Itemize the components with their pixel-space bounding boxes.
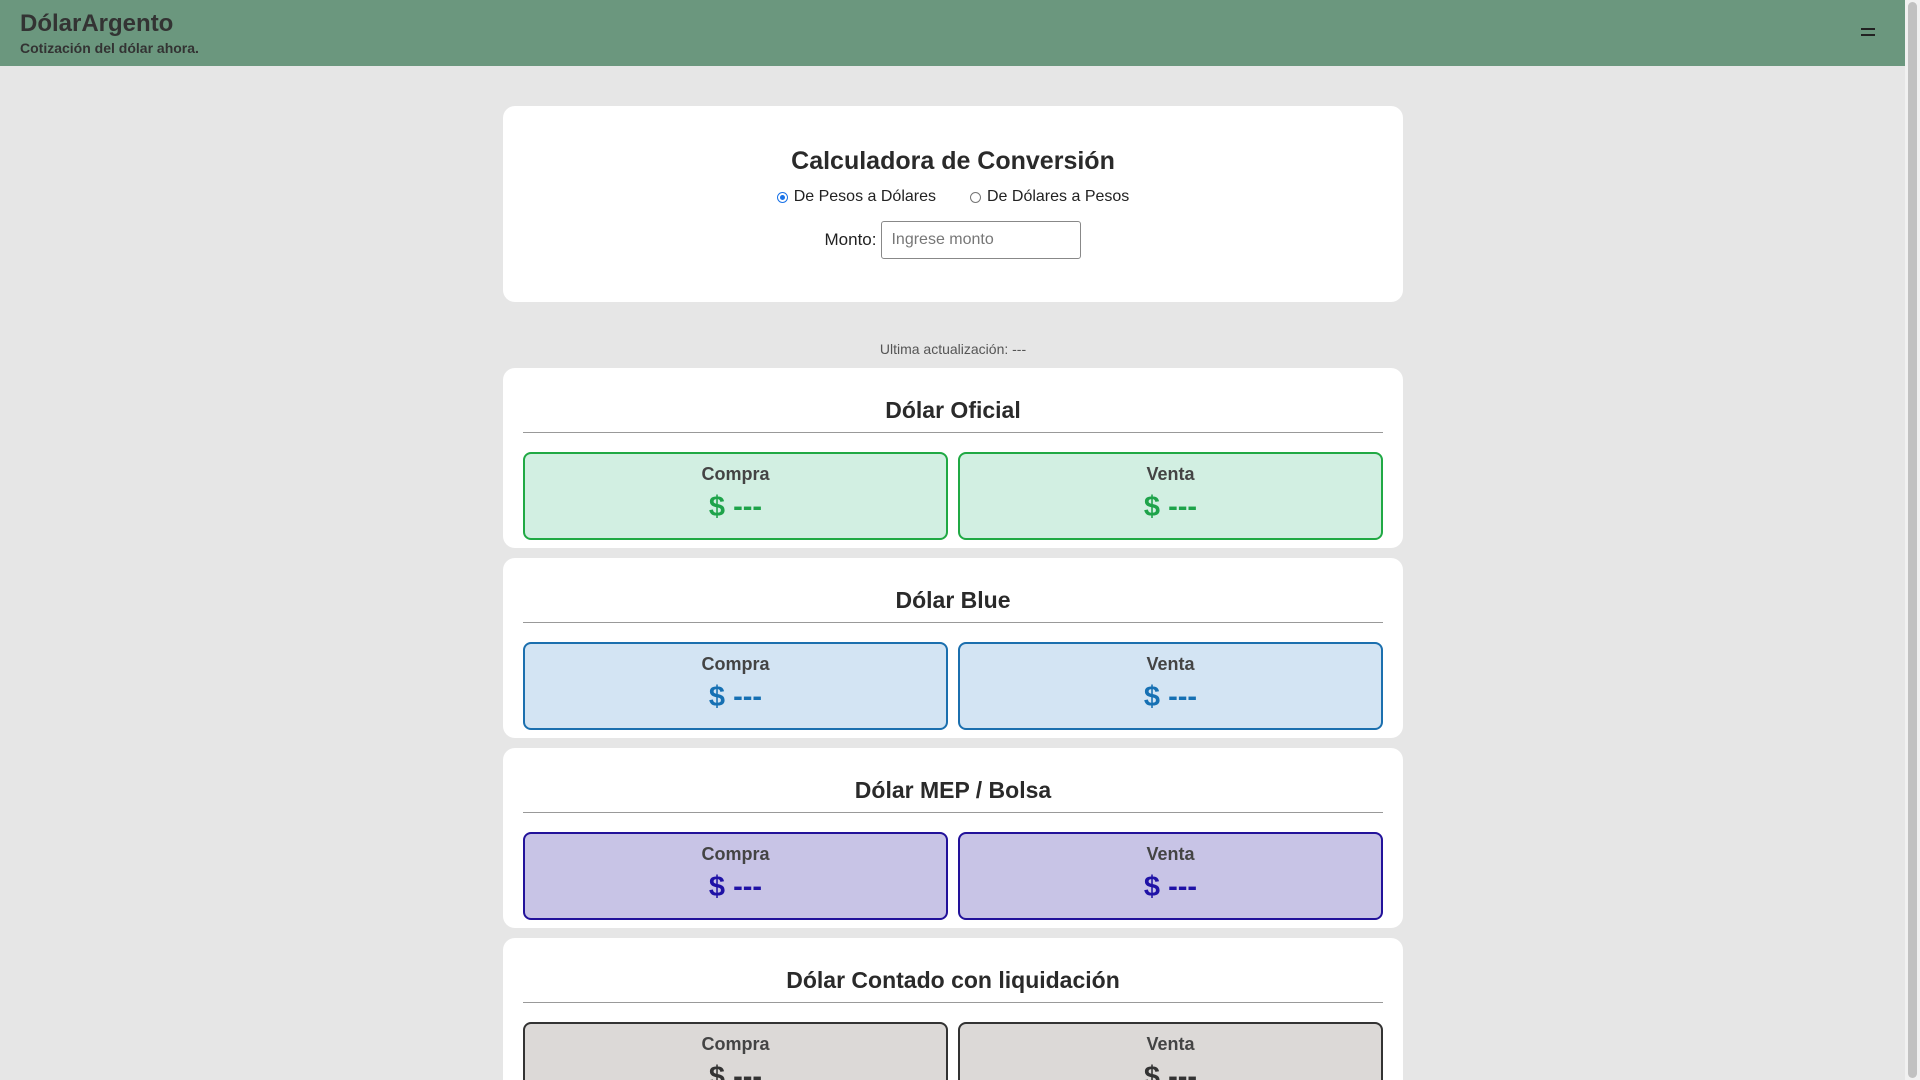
page: DólarArgento Cotización del dólar ahora.…: [0, 0, 1905, 1080]
buy-box: Compra $ ---: [523, 1022, 948, 1080]
option-dollars-to-pesos[interactable]: De Dólares a Pesos: [970, 188, 1129, 206]
app-subtitle: Cotización del dólar ahora.: [20, 40, 199, 56]
buy-label: Compra: [701, 464, 770, 484]
sell-label: Venta: [1146, 464, 1195, 484]
buy-label: Compra: [701, 654, 770, 674]
sell-label: Venta: [1146, 844, 1195, 864]
sell-label: Venta: [1146, 1034, 1195, 1054]
conversion-calculator: Calculadora de Conversión De Pesos a Dól…: [503, 106, 1403, 302]
sell-box: Venta $ ---: [958, 642, 1383, 730]
sell-value: $ ---: [1143, 871, 1198, 903]
amount-row: Monto:: [503, 221, 1403, 259]
app-title: DólarArgento: [20, 10, 174, 37]
rate-title-ccl: Dólar Contado con liquidación: [523, 938, 1383, 1003]
rate-card-mep: Dólar MEP / Bolsa Compra $ --- Venta $ -…: [503, 748, 1403, 928]
option-pesos-to-dollars-label: De Pesos a Dólares: [793, 188, 936, 205]
rate-boxes: Compra $ --- Venta $ ---: [523, 832, 1383, 920]
rate-card-ccl: Dólar Contado con liquidación Compra $ -…: [503, 938, 1403, 1080]
rate-boxes: Compra $ --- Venta $ ---: [523, 1022, 1383, 1080]
conversion-direction: De Pesos a Dólares De Dólares a Pesos: [503, 188, 1403, 206]
buy-value: $ ---: [708, 681, 763, 713]
vertical-scrollbar[interactable]: [1905, 0, 1920, 1080]
buy-box: Compra $ ---: [523, 832, 948, 920]
radio-pesos-to-dollars[interactable]: [776, 191, 788, 203]
option-pesos-to-dollars[interactable]: De Pesos a Dólares: [776, 188, 936, 206]
rate-boxes: Compra $ --- Venta $ ---: [523, 642, 1383, 730]
buy-box: Compra $ ---: [523, 642, 948, 730]
rate-title-blue: Dólar Blue: [523, 558, 1383, 623]
rate-card-oficial: Dólar Oficial Compra $ --- Venta $ ---: [503, 368, 1403, 548]
buy-value: $ ---: [708, 1061, 763, 1080]
sell-value: $ ---: [1143, 491, 1198, 523]
calculator-title: Calculadora de Conversión: [791, 147, 1115, 175]
last-update-text: Ultima actualización: ---: [879, 341, 1027, 357]
sell-box: Venta $ ---: [958, 832, 1383, 920]
buy-value: $ ---: [708, 871, 763, 903]
scrollbar-thumb[interactable]: [1908, 2, 1917, 1078]
rate-title-oficial: Dólar Oficial: [523, 368, 1383, 433]
radio-dollars-to-pesos[interactable]: [970, 191, 981, 203]
brand: DólarArgento Cotización del dólar ahora.: [20, 10, 199, 57]
amount-label: Monto:: [824, 230, 877, 249]
sell-box: Venta $ ---: [958, 452, 1383, 540]
buy-value: $ ---: [708, 491, 763, 523]
sell-label: Venta: [1146, 654, 1195, 674]
rate-card-blue: Dólar Blue Compra $ --- Venta $ ---: [503, 558, 1403, 738]
rate-boxes: Compra $ --- Venta $ ---: [523, 452, 1383, 540]
hamburger-menu-icon[interactable]: [1861, 28, 1875, 40]
amount-input[interactable]: [881, 221, 1082, 259]
buy-label: Compra: [701, 844, 770, 864]
rate-title-mep: Dólar MEP / Bolsa: [523, 748, 1383, 813]
sell-value: $ ---: [1143, 1061, 1198, 1080]
buy-label: Compra: [701, 1034, 770, 1054]
buy-box: Compra $ ---: [523, 452, 948, 540]
sell-box: Venta $ ---: [958, 1022, 1383, 1080]
sell-value: $ ---: [1143, 681, 1198, 713]
option-dollars-to-pesos-label: De Dólares a Pesos: [987, 188, 1130, 205]
app-header: DólarArgento Cotización del dólar ahora.: [0, 0, 1905, 66]
